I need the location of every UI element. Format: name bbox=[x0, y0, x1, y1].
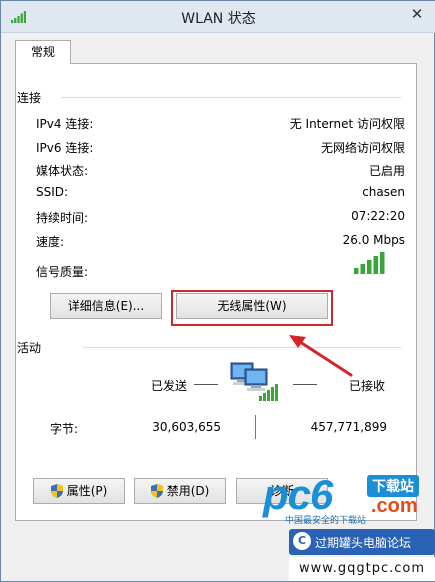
speed-value: 26.0 Mbps bbox=[342, 233, 405, 247]
connection-group-label: 连接 bbox=[17, 91, 42, 105]
signal-quality-label: 信号质量: bbox=[36, 265, 89, 279]
watermark-pc6: pc6 bbox=[263, 471, 333, 518]
window-title: WLAN 状态 bbox=[181, 11, 256, 27]
details-button[interactable]: 详细信息(E)... bbox=[50, 293, 162, 319]
properties-button[interactable]: 属性(P) bbox=[33, 478, 125, 504]
ipv6-value: 无网络访问权限 bbox=[320, 141, 405, 155]
tab-general[interactable]: 常规 bbox=[15, 40, 71, 64]
red-arrow-annotation bbox=[289, 335, 353, 377]
close-icon: ✕ bbox=[410, 5, 424, 23]
watermark-forum-banner: C 过期罐头电脑论坛 bbox=[289, 529, 435, 555]
properties-button-label: 属性(P) bbox=[66, 484, 108, 498]
wlan-status-dialog: WLAN 状态 ✕ 常规 连接 IPv4 连接: 无 Internet 访问权限… bbox=[0, 0, 435, 582]
duration-value: 07:22:20 bbox=[351, 209, 405, 223]
disable-button[interactable]: 禁用(D) bbox=[134, 478, 226, 504]
sent-line bbox=[194, 384, 218, 385]
bytes-received-value: 457,771,899 bbox=[310, 420, 387, 434]
bytes-label: 字节: bbox=[50, 422, 79, 436]
ssid-label: SSID: bbox=[36, 185, 69, 199]
ipv4-label: IPv4 连接: bbox=[36, 117, 94, 131]
network-computers-icon bbox=[230, 362, 278, 401]
close-button[interactable]: ✕ bbox=[404, 3, 430, 25]
ipv4-value: 无 Internet 访问权限 bbox=[289, 117, 405, 131]
bytes-sent-value: 30,603,655 bbox=[152, 420, 221, 434]
signal-strength-icon bbox=[354, 252, 385, 274]
uac-shield-icon bbox=[150, 484, 163, 498]
bytes-separator bbox=[255, 415, 256, 439]
activity-group-label: 活动 bbox=[17, 341, 42, 355]
speed-label: 速度: bbox=[36, 235, 65, 249]
media-state-label: 媒体状态: bbox=[36, 164, 89, 178]
wireless-properties-button[interactable]: 无线属性(W) bbox=[176, 293, 328, 319]
ssid-value: chasen bbox=[362, 185, 405, 199]
ipv6-label: IPv6 连接: bbox=[36, 141, 94, 155]
watermark-slogan: 中国最安全的下载站 bbox=[285, 516, 367, 526]
watermark-logo: pc6 下载站 .com 中国最安全的下载站 bbox=[263, 469, 431, 529]
duration-label: 持续时间: bbox=[36, 211, 89, 225]
received-label: 已接收 bbox=[349, 379, 386, 393]
sent-label: 已发送 bbox=[151, 379, 188, 393]
forum-logo-icon: C bbox=[293, 532, 311, 550]
watermark-download: 下载站 bbox=[367, 475, 419, 497]
disable-button-label: 禁用(D) bbox=[166, 484, 210, 498]
watermark-forum-text: 过期罐头电脑论坛 bbox=[315, 536, 412, 550]
connection-divider bbox=[61, 97, 401, 98]
received-line bbox=[293, 384, 317, 385]
title-bar[interactable]: WLAN 状态 ✕ bbox=[1, 1, 435, 33]
uac-shield-icon bbox=[50, 484, 63, 498]
media-state-value: 已启用 bbox=[368, 164, 405, 178]
watermark-url: www.gqgtpc.com bbox=[289, 557, 435, 581]
watermark-com: .com bbox=[371, 495, 418, 517]
